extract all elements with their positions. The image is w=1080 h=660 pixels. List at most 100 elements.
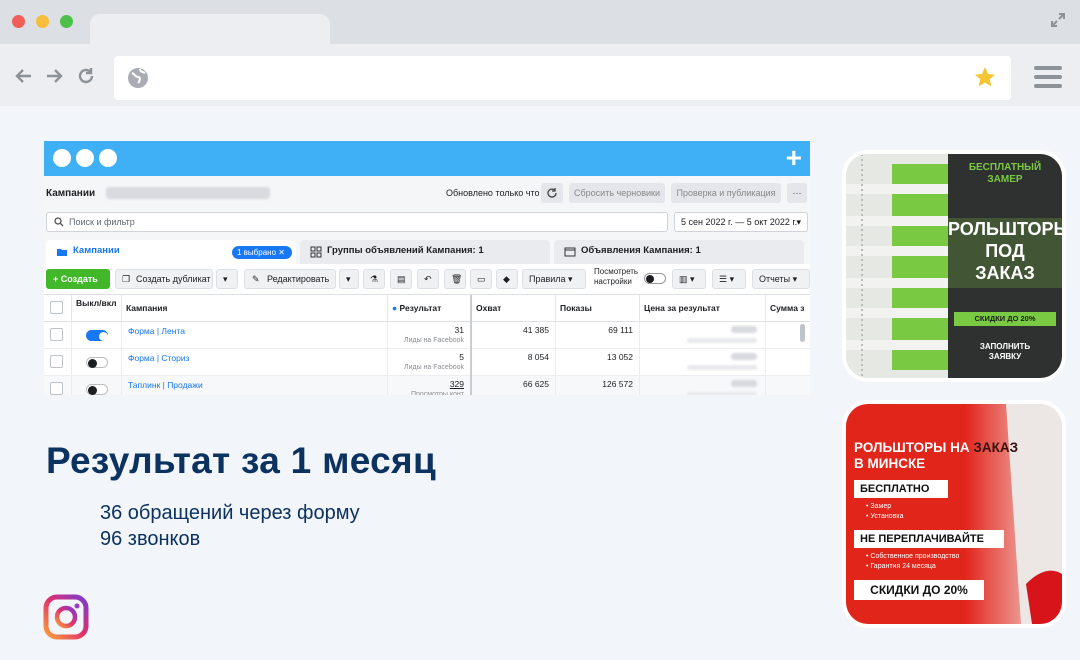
back-arrow-icon[interactable] xyxy=(14,66,34,86)
duplicate-dropdown[interactable]: ▾ xyxy=(216,269,238,289)
ad2-item: Замер xyxy=(870,503,892,510)
column-label: Показы xyxy=(560,303,592,313)
view-settings-toggle[interactable] xyxy=(644,273,666,284)
bookmark-star-icon[interactable] xyxy=(973,65,997,89)
close-window-button[interactable] xyxy=(12,15,25,28)
result-type: Лиды на Facebook xyxy=(403,364,464,371)
reports-button[interactable]: Отчеты ▾ xyxy=(752,269,810,289)
tag-button[interactable]: ◆ xyxy=(496,269,518,289)
browser-tab[interactable] xyxy=(90,14,330,46)
column-header-impressions[interactable]: Показы xyxy=(556,295,640,322)
ad1-line: ЗАКАЗ xyxy=(975,263,1035,283)
campaign-name[interactable]: Форма | Лента xyxy=(128,326,185,336)
address-bar[interactable] xyxy=(114,56,1011,100)
result-cell: 329 Просмотры конт xyxy=(388,376,472,395)
column-header-reach[interactable]: Охват xyxy=(472,295,556,322)
actions-bar: + Создать ❐ Создать дубликат ▾ ✎ Редакти… xyxy=(44,264,810,294)
ad2-free-items: • Замер • Установка xyxy=(866,503,904,520)
impressions-cell: 126 572 xyxy=(556,376,640,395)
columns-button[interactable]: ▥ ▾ xyxy=(672,269,706,289)
refresh-button[interactable] xyxy=(541,183,563,203)
reload-icon[interactable] xyxy=(76,66,96,86)
column-header-result[interactable]: ● Результат xyxy=(388,295,472,322)
campaign-toggle[interactable] xyxy=(86,357,108,368)
browser-titlebar xyxy=(0,0,1080,46)
window-dot xyxy=(76,149,94,167)
breakdown-button[interactable]: ☰ ▾ xyxy=(712,269,746,289)
tab-ads[interactable]: Объявления Кампания: 1 xyxy=(554,240,804,264)
row-select-cell xyxy=(44,376,72,395)
delete-button[interactable]: 🗑 xyxy=(444,269,466,289)
review-publish-button[interactable]: Проверка и публикация xyxy=(671,183,781,203)
impressions-cell: 13 052 xyxy=(556,349,640,376)
date-range-picker[interactable]: 5 сен 2022 г. — 5 окт 2022 г. ▾ xyxy=(674,212,808,232)
plus-icon[interactable]: + xyxy=(786,144,802,172)
column-header-campaign[interactable]: Кампания xyxy=(122,295,388,322)
table-row[interactable]: Форма | Лента 31 Лиды на Facebook 41 385… xyxy=(44,322,810,349)
campaign-name[interactable]: Таплинк | Продажи xyxy=(128,380,203,390)
create-button[interactable]: + Создать xyxy=(46,269,110,289)
ad2-no-overpay-items: • Собственное производство • Гарантия 24… xyxy=(866,553,960,570)
ad2-discount: СКИДКИ ДО 20% xyxy=(854,580,984,600)
reach-cell: 41 385 xyxy=(472,322,556,349)
cost-per-result-cell xyxy=(640,349,766,376)
campaign-toggle[interactable] xyxy=(86,384,108,395)
table-row[interactable]: Таплинк | Продажи 329 Просмотры конт 66 … xyxy=(44,376,810,395)
account-selector[interactable] xyxy=(106,187,270,199)
clipboard-button[interactable]: ▤ xyxy=(390,269,412,289)
result-type: Просмотры конт xyxy=(410,391,464,395)
minimize-window-button[interactable] xyxy=(36,15,49,28)
fullscreen-icon[interactable] xyxy=(1050,12,1066,28)
result-value: 5 xyxy=(459,352,464,362)
rules-button[interactable]: Правила ▾ xyxy=(522,269,586,289)
ad2-item: Установка xyxy=(870,513,904,520)
column-header-amount-spent[interactable]: Сумма з xyxy=(766,295,810,322)
row-checkbox[interactable] xyxy=(50,328,63,341)
ads-manager-screenshot: + Кампании Обновлено только что Сбросить… xyxy=(44,141,810,395)
search-input[interactable]: Поиск и фильтр xyxy=(46,212,668,232)
refresh-icon xyxy=(547,188,557,198)
campaign-toggle[interactable] xyxy=(86,330,108,341)
edit-dropdown[interactable]: ▾ xyxy=(339,269,359,289)
row-checkbox[interactable] xyxy=(50,355,63,368)
forward-arrow-icon[interactable] xyxy=(44,66,64,86)
duplicate-button[interactable]: ❐ Создать дубликат xyxy=(115,269,213,289)
blurred-value xyxy=(687,392,757,395)
row-checkbox[interactable] xyxy=(50,382,63,395)
amount-spent-cell xyxy=(766,322,810,349)
result-type: Лиды на Facebook xyxy=(403,337,464,344)
globe-icon xyxy=(128,68,148,88)
campaign-name[interactable]: Форма | Сториз xyxy=(128,353,189,363)
column-label: Результат xyxy=(399,303,442,313)
discard-drafts-button[interactable]: Сбросить черновики xyxy=(569,183,665,203)
table-row[interactable]: Форма | Сториз 5 Лиды на Facebook 8 054 … xyxy=(44,349,810,376)
reach-value: 8 054 xyxy=(527,352,549,362)
ab-test-button[interactable]: ⚗ xyxy=(363,269,385,289)
toggle-cell xyxy=(72,376,122,395)
column-header-cost-per-result[interactable]: Цена за результат xyxy=(640,295,766,322)
instagram-icon[interactable] xyxy=(43,594,89,640)
impressions-value: 126 572 xyxy=(602,379,633,389)
edit-button[interactable]: ✎ Редактировать xyxy=(244,269,336,289)
scrollbar[interactable] xyxy=(800,324,805,342)
undo-icon: ↶ xyxy=(424,274,432,284)
column-header-toggle[interactable]: Выкл/вкл xyxy=(72,295,122,322)
ad2-title-accent: ЗАКАЗ xyxy=(973,440,1019,455)
tab-ad-sets[interactable]: Группы объявлений Кампания: 1 xyxy=(300,240,550,264)
column-label: Кампания xyxy=(126,303,168,313)
ad-creative-green: БЕСПЛАТНЫЙ ЗАМЕР РОЛЬШТОРЫ ПОД ЗАКАЗ СКИ… xyxy=(842,150,1066,382)
preview-button[interactable]: ▭ xyxy=(470,269,492,289)
undo-button[interactable]: ↶ xyxy=(417,269,439,289)
folder-icon xyxy=(57,249,67,256)
row-select-cell xyxy=(44,349,72,376)
maximize-window-button[interactable] xyxy=(60,15,73,28)
tab-campaigns[interactable]: Кампании 1 выбрано ✕ xyxy=(46,240,296,264)
select-all-header xyxy=(44,295,72,322)
hamburger-menu-icon[interactable] xyxy=(1034,66,1062,88)
ad2-title-part: РОЛЬШТОРЫ НА xyxy=(854,440,974,455)
blurred-value xyxy=(687,338,757,343)
more-button[interactable]: ··· xyxy=(787,183,807,203)
selected-chip[interactable]: 1 выбрано ✕ xyxy=(232,246,292,259)
search-icon xyxy=(54,217,64,227)
select-all-checkbox[interactable] xyxy=(50,301,63,314)
